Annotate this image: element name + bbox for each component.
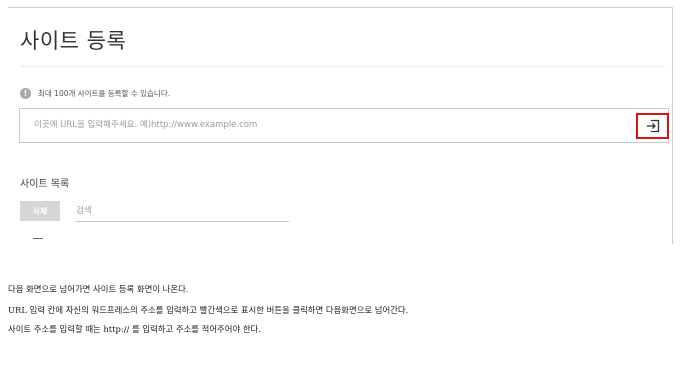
notice: ! 최대 100개 사이트를 등록할 수 있습니다.	[20, 86, 170, 100]
caption-line-1: 다음 화면으로 넘어가면 사이트 등록 화면이 나온다.	[8, 284, 189, 294]
url-input-box	[19, 108, 669, 143]
empty-list-indicator	[33, 238, 43, 239]
notice-text: 최대 100개 사이트를 등록할 수 있습니다.	[38, 88, 171, 98]
url-input[interactable]	[34, 118, 594, 132]
title-divider	[20, 66, 666, 67]
page-title: 사이트 등록	[20, 29, 127, 53]
submit-url-button[interactable]	[636, 113, 669, 139]
site-registration-panel: 사이트 등록 ! 최대 100개 사이트를 등록할 수 있습니다. 사이트 목록…	[8, 7, 673, 244]
site-list-title: 사이트 목록	[20, 179, 70, 190]
caption-line-2: URL 입력 칸에 자신의 워드프레스의 주소를 입력하고 빨간색으로 표시한 …	[8, 305, 409, 315]
info-icon: !	[20, 87, 31, 99]
caption-line-3: 사이트 주소를 입력할 때는 http:// 를 입력하고 주소를 적어주어야 …	[8, 324, 261, 334]
search-input[interactable]	[76, 204, 276, 217]
delete-button[interactable]: 삭제	[20, 201, 60, 221]
search-box	[75, 201, 289, 222]
arrow-into-box-icon	[646, 119, 659, 133]
